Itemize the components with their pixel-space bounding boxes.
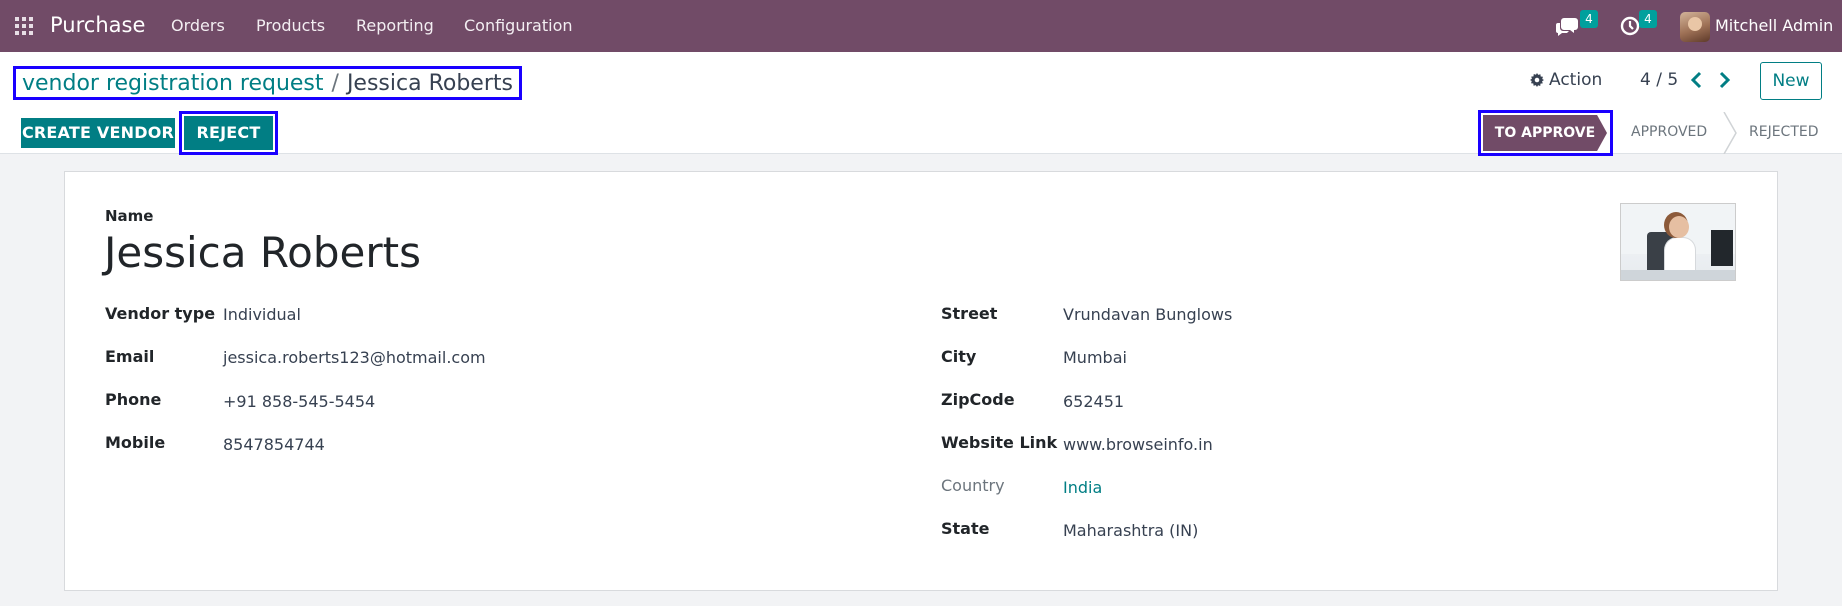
chat-icon[interactable] bbox=[1556, 15, 1580, 37]
chevron-right-icon[interactable] bbox=[1717, 71, 1731, 89]
country-label: Country bbox=[941, 476, 1005, 495]
zipcode-label: ZipCode bbox=[941, 390, 1015, 409]
clock-icon[interactable] bbox=[1620, 16, 1640, 36]
action-menu-button[interactable]: Action bbox=[1530, 70, 1602, 90]
state-label: State bbox=[941, 519, 990, 538]
status-approved[interactable]: APPROVED bbox=[1631, 124, 1707, 140]
status-separator-icon bbox=[1723, 112, 1737, 154]
menu-products[interactable]: Products bbox=[256, 16, 325, 35]
email-label: Email bbox=[105, 347, 155, 366]
app-name[interactable]: Purchase bbox=[50, 13, 145, 37]
website-link-value[interactable]: www.browseinfo.in bbox=[1063, 435, 1213, 454]
street-label: Street bbox=[941, 304, 998, 323]
zipcode-value[interactable]: 652451 bbox=[1063, 392, 1124, 411]
top-navbar: Purchase Orders Products Reporting Confi… bbox=[0, 0, 1842, 52]
action-label: Action bbox=[1549, 70, 1603, 90]
breadcrumb-separator: / bbox=[331, 70, 339, 96]
vendor-type-label: Vendor type bbox=[105, 304, 216, 323]
record-name-field[interactable]: Jessica Roberts bbox=[104, 228, 421, 277]
menu-orders[interactable]: Orders bbox=[171, 16, 225, 35]
name-label: Name bbox=[105, 207, 154, 225]
country-value[interactable]: India bbox=[1063, 478, 1102, 497]
breadcrumb-parent-link[interactable]: vendor registration request bbox=[22, 71, 324, 96]
breadcrumb-current: Jessica Roberts bbox=[346, 70, 513, 96]
street-value[interactable]: Vrundavan Bunglows bbox=[1063, 305, 1232, 324]
email-value[interactable]: jessica.roberts123@hotmail.com bbox=[223, 348, 486, 367]
website-link-label: Website Link bbox=[941, 433, 1058, 452]
messages-badge: 4 bbox=[1580, 10, 1598, 28]
new-button[interactable]: New bbox=[1760, 62, 1822, 100]
reject-button[interactable]: REJECT bbox=[184, 116, 273, 150]
gear-icon bbox=[1530, 73, 1544, 87]
mobile-value[interactable]: 8547854744 bbox=[223, 435, 325, 454]
menu-configuration[interactable]: Configuration bbox=[464, 16, 573, 35]
city-label: City bbox=[941, 347, 977, 366]
activities-badge: 4 bbox=[1639, 10, 1657, 28]
pager-value[interactable]: 4 / 5 bbox=[1640, 70, 1678, 90]
status-rejected[interactable]: REJECTED bbox=[1749, 124, 1819, 140]
apps-grid-icon[interactable] bbox=[15, 17, 33, 35]
phone-value[interactable]: +91 858-545-5454 bbox=[223, 392, 375, 411]
breadcrumb: vendor registration request / Jessica Ro… bbox=[13, 66, 522, 100]
mobile-label: Mobile bbox=[105, 433, 166, 452]
city-value[interactable]: Mumbai bbox=[1063, 348, 1127, 367]
create-vendor-button[interactable]: CREATE VENDOR bbox=[21, 118, 175, 148]
vendor-photo[interactable] bbox=[1620, 203, 1736, 281]
state-value[interactable]: Maharashtra (IN) bbox=[1063, 521, 1198, 540]
vendor-type-value[interactable]: Individual bbox=[223, 305, 301, 324]
phone-label: Phone bbox=[105, 390, 162, 409]
status-to-approve[interactable]: TO APPROVE bbox=[1483, 115, 1607, 151]
user-menu[interactable]: Mitchell Admin bbox=[1715, 16, 1833, 35]
menu-reporting[interactable]: Reporting bbox=[356, 16, 434, 35]
chevron-left-icon[interactable] bbox=[1690, 71, 1704, 89]
avatar[interactable] bbox=[1680, 12, 1710, 42]
